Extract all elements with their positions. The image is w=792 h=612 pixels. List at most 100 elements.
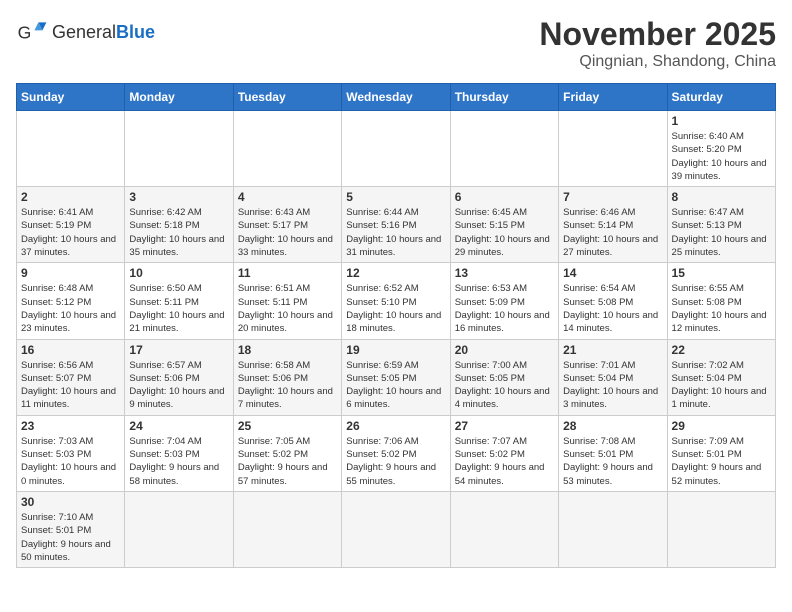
- day-number: 16: [21, 343, 120, 357]
- header: G GeneralBlue November 2025 Qingnian, Sh…: [16, 16, 776, 71]
- month-title: November 2025: [539, 16, 776, 53]
- day-info: Sunrise: 6:42 AM Sunset: 5:18 PM Dayligh…: [129, 206, 228, 259]
- day-number: 15: [672, 266, 771, 280]
- day-number: 6: [455, 190, 554, 204]
- day-info: Sunrise: 6:47 AM Sunset: 5:13 PM Dayligh…: [672, 206, 771, 259]
- calendar-cell: 19Sunrise: 6:59 AM Sunset: 5:05 PM Dayli…: [342, 339, 450, 415]
- day-info: Sunrise: 7:00 AM Sunset: 5:05 PM Dayligh…: [455, 359, 554, 412]
- calendar-cell: [233, 111, 341, 187]
- calendar-cell: 13 Sunrise: 6:53 AM Sunset: 5:09 PM Dayli…: [450, 263, 558, 339]
- day-info: Sunrise: 7:07 AM Sunset: 5:02 PM Dayligh…: [455, 435, 554, 488]
- day-info: Sunrise: 7:10 AM Sunset: 5:01 PM Dayligh…: [21, 511, 120, 564]
- calendar-cell: 15 Sunrise: 6:55 AM Sunset: 5:08 PM Dayli…: [667, 263, 775, 339]
- day-number: 7: [563, 190, 662, 204]
- day-info: Sunrise: 7:08 AM Sunset: 5:01 PM Dayligh…: [563, 435, 662, 488]
- day-info: Sunrise: 7:09 AM Sunset: 5:01 PM Dayligh…: [672, 435, 771, 488]
- calendar-cell: 26 Sunrise: 7:06 AM Sunset: 5:02 PM Dayli…: [342, 415, 450, 491]
- day-number: 25: [238, 419, 337, 433]
- location-title: Qingnian, Shandong, China: [539, 53, 776, 71]
- calendar-cell: 1Sunrise: 6:40 AM Sunset: 5:20 PM Daylig…: [667, 111, 775, 187]
- week-row-4: 23Sunrise: 7:03 AM Sunset: 5:03 PM Dayli…: [17, 415, 776, 491]
- calendar-cell: 8 Sunrise: 6:47 AM Sunset: 5:13 PM Daylig…: [667, 187, 775, 263]
- day-number: 12: [346, 266, 445, 280]
- calendar-cell: [342, 491, 450, 567]
- day-number: 1: [672, 114, 771, 128]
- day-number: 19: [346, 343, 445, 357]
- week-row-3: 16 Sunrise: 6:56 AM Sunset: 5:07 PM Dayli…: [17, 339, 776, 415]
- day-info: Sunrise: 6:53 AM Sunset: 5:09 PM Dayligh…: [455, 282, 554, 335]
- day-number: 26: [346, 419, 445, 433]
- day-info: Sunrise: 6:45 AM Sunset: 5:15 PM Dayligh…: [455, 206, 554, 259]
- calendar-cell: 11Sunrise: 6:51 AM Sunset: 5:11 PM Dayli…: [233, 263, 341, 339]
- logo-blue: Blue: [116, 22, 155, 42]
- calendar-cell: [125, 491, 233, 567]
- day-info: Sunrise: 7:05 AM Sunset: 5:02 PM Dayligh…: [238, 435, 337, 488]
- day-number: 14: [563, 266, 662, 280]
- day-number: 10: [129, 266, 228, 280]
- day-info: Sunrise: 7:06 AM Sunset: 5:02 PM Dayligh…: [346, 435, 445, 488]
- day-info: Sunrise: 6:44 AM Sunset: 5:16 PM Dayligh…: [346, 206, 445, 259]
- day-number: 27: [455, 419, 554, 433]
- calendar-cell: 9Sunrise: 6:48 AM Sunset: 5:12 PM Daylig…: [17, 263, 125, 339]
- day-number: 24: [129, 419, 228, 433]
- day-number: 4: [238, 190, 337, 204]
- calendar-cell: [450, 491, 558, 567]
- day-number: 20: [455, 343, 554, 357]
- day-number: 3: [129, 190, 228, 204]
- day-info: Sunrise: 7:03 AM Sunset: 5:03 PM Dayligh…: [21, 435, 120, 488]
- calendar-cell: 10 Sunrise: 6:50 AM Sunset: 5:11 PM Dayli…: [125, 263, 233, 339]
- day-info: Sunrise: 6:57 AM Sunset: 5:06 PM Dayligh…: [129, 359, 228, 412]
- weekday-header-saturday: Saturday: [667, 84, 775, 111]
- day-info: Sunrise: 7:01 AM Sunset: 5:04 PM Dayligh…: [563, 359, 662, 412]
- logo-icon: G: [16, 16, 48, 48]
- calendar: SundayMondayTuesdayWednesdayThursdayFrid…: [16, 83, 776, 568]
- day-number: 11: [238, 266, 337, 280]
- day-info: Sunrise: 6:54 AM Sunset: 5:08 PM Dayligh…: [563, 282, 662, 335]
- calendar-cell: [559, 491, 667, 567]
- calendar-cell: [667, 491, 775, 567]
- day-info: Sunrise: 6:46 AM Sunset: 5:14 PM Dayligh…: [563, 206, 662, 259]
- day-number: 5: [346, 190, 445, 204]
- week-row-1: 2 Sunrise: 6:41 AM Sunset: 5:19 PM Daylig…: [17, 187, 776, 263]
- calendar-cell: 22Sunrise: 7:02 AM Sunset: 5:04 PM Dayli…: [667, 339, 775, 415]
- weekday-header-wednesday: Wednesday: [342, 84, 450, 111]
- calendar-cell: 6 Sunrise: 6:45 AM Sunset: 5:15 PM Daylig…: [450, 187, 558, 263]
- day-info: Sunrise: 6:50 AM Sunset: 5:11 PM Dayligh…: [129, 282, 228, 335]
- calendar-cell: 5 Sunrise: 6:44 AM Sunset: 5:16 PM Daylig…: [342, 187, 450, 263]
- day-info: Sunrise: 6:41 AM Sunset: 5:19 PM Dayligh…: [21, 206, 120, 259]
- calendar-cell: 17 Sunrise: 6:57 AM Sunset: 5:06 PM Dayli…: [125, 339, 233, 415]
- day-info: Sunrise: 6:48 AM Sunset: 5:12 PM Dayligh…: [21, 282, 120, 335]
- calendar-cell: 3 Sunrise: 6:42 AM Sunset: 5:18 PM Daylig…: [125, 187, 233, 263]
- weekday-header-sunday: Sunday: [17, 84, 125, 111]
- calendar-cell: 2 Sunrise: 6:41 AM Sunset: 5:19 PM Daylig…: [17, 187, 125, 263]
- week-row-5: 30 Sunrise: 7:10 AM Sunset: 5:01 PM Dayli…: [17, 491, 776, 567]
- day-info: Sunrise: 6:43 AM Sunset: 5:17 PM Dayligh…: [238, 206, 337, 259]
- calendar-cell: 14 Sunrise: 6:54 AM Sunset: 5:08 PM Dayli…: [559, 263, 667, 339]
- calendar-cell: 28Sunrise: 7:08 AM Sunset: 5:01 PM Dayli…: [559, 415, 667, 491]
- title-area: November 2025 Qingnian, Shandong, China: [539, 16, 776, 71]
- day-info: Sunrise: 6:55 AM Sunset: 5:08 PM Dayligh…: [672, 282, 771, 335]
- calendar-cell: 12Sunrise: 6:52 AM Sunset: 5:10 PM Dayli…: [342, 263, 450, 339]
- calendar-cell: 7 Sunrise: 6:46 AM Sunset: 5:14 PM Daylig…: [559, 187, 667, 263]
- logo-text: GeneralBlue: [52, 22, 155, 43]
- calendar-cell: [17, 111, 125, 187]
- calendar-cell: [342, 111, 450, 187]
- calendar-cell: 27 Sunrise: 7:07 AM Sunset: 5:02 PM Dayli…: [450, 415, 558, 491]
- day-info: Sunrise: 6:56 AM Sunset: 5:07 PM Dayligh…: [21, 359, 120, 412]
- week-row-2: 9Sunrise: 6:48 AM Sunset: 5:12 PM Daylig…: [17, 263, 776, 339]
- calendar-cell: 24Sunrise: 7:04 AM Sunset: 5:03 PM Dayli…: [125, 415, 233, 491]
- svg-text:G: G: [18, 22, 32, 42]
- calendar-cell: [233, 491, 341, 567]
- day-number: 30: [21, 495, 120, 509]
- day-number: 21: [563, 343, 662, 357]
- logo-general: General: [52, 22, 116, 42]
- weekday-header-thursday: Thursday: [450, 84, 558, 111]
- day-number: 17: [129, 343, 228, 357]
- day-number: 2: [21, 190, 120, 204]
- weekday-header-friday: Friday: [559, 84, 667, 111]
- day-number: 13: [455, 266, 554, 280]
- calendar-cell: 18Sunrise: 6:58 AM Sunset: 5:06 PM Dayli…: [233, 339, 341, 415]
- day-info: Sunrise: 6:58 AM Sunset: 5:06 PM Dayligh…: [238, 359, 337, 412]
- day-number: 8: [672, 190, 771, 204]
- logo: G GeneralBlue: [16, 16, 155, 48]
